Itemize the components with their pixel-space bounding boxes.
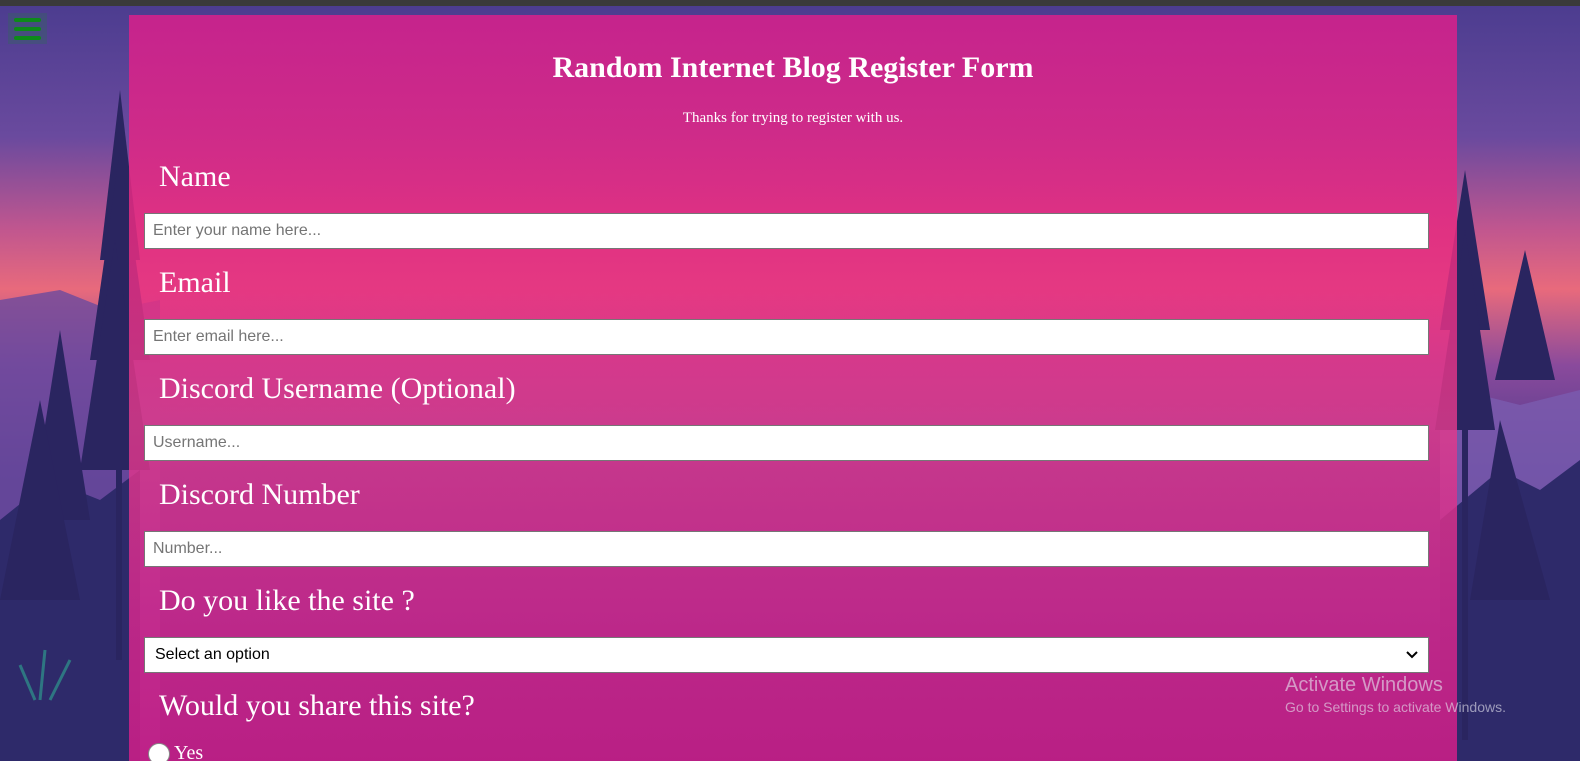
share-site-label: Would you share this site? [159,689,475,722]
menu-bar [14,35,41,40]
share-site-yes-option[interactable]: Yes [148,742,203,761]
form-subtitle: Thanks for trying to register with us. [682,110,904,126]
like-site-select[interactable]: Select an option [144,637,1429,673]
watermark-line-2: Go to Settings to activate Windows. [1285,699,1506,715]
discord-username-input[interactable] [144,425,1429,461]
chevron-down-icon [1406,651,1418,659]
watermark-line-1: Activate Windows [1285,674,1443,696]
discord-username-label: Discord Username (Optional) [159,372,516,405]
windows-activation-watermark: Activate Windows Go to Settings to activ… [1285,674,1506,715]
name-label: Name [159,160,231,193]
like-site-label: Do you like the site ? [159,584,415,617]
form-title: Random Internet Blog Register Form [552,51,1034,84]
menu-bar [14,26,41,31]
email-input[interactable] [144,319,1429,355]
menu-bar [14,17,41,22]
discord-number-input[interactable] [144,531,1429,567]
register-form-panel: Random Internet Blog Register Form Thank… [129,15,1457,761]
discord-number-label: Discord Number [159,478,360,511]
like-site-selected-value: Select an option [155,646,270,663]
share-site-yes-label: Yes [174,742,204,761]
share-site-yes-radio[interactable] [148,742,170,761]
name-input[interactable] [144,213,1429,249]
hamburger-menu-button[interactable] [8,13,47,44]
email-label: Email [159,266,231,299]
